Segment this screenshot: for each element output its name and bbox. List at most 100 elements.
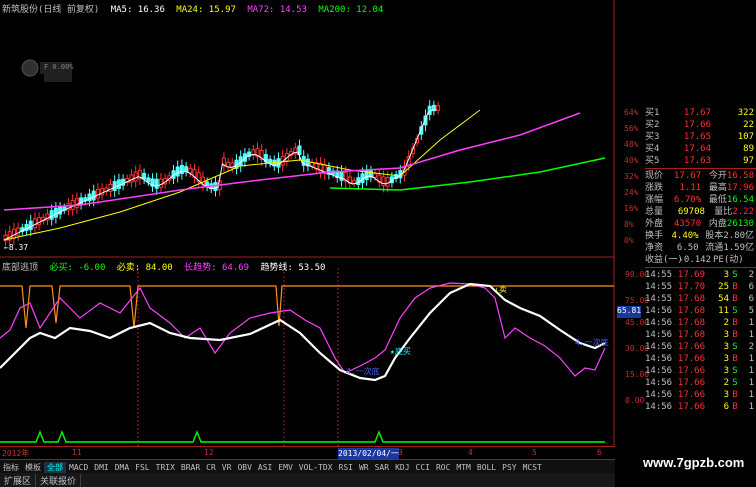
tick-row: 14:56 17.66 3 B 1: [645, 353, 756, 365]
candle-body: [188, 167, 193, 174]
tick-side: S: [732, 378, 738, 388]
stat-value-2: 1.59亿: [723, 243, 754, 253]
tab-15[interactable]: RSI: [336, 463, 356, 472]
tab-11[interactable]: OBV: [234, 463, 254, 472]
tick-price: 17.68: [677, 306, 705, 316]
tick-side: B: [732, 318, 738, 328]
stat-value: 6.50: [676, 243, 699, 253]
tab-0[interactable]: 指标: [0, 462, 22, 473]
tick-volume: 3: [723, 354, 729, 364]
long-trend-label: 长趋势: 64.69: [184, 263, 250, 273]
tick-price: 17.66: [677, 342, 705, 352]
stat-key-2: 量比: [714, 207, 733, 217]
axis-64: 64%: [624, 108, 639, 117]
tick-count: 6: [748, 282, 754, 292]
price-legend: 新筑股份(日线 前复权) MA5: 16.36 MA24: 15.97 MA72…: [2, 2, 389, 15]
tick-row: 14:55 17.68 54 B 6: [645, 293, 756, 305]
tab-23[interactable]: PSY: [499, 463, 519, 472]
tab-19[interactable]: CCI: [413, 463, 433, 472]
tab-3[interactable]: MACD: [66, 463, 91, 472]
tick-count: 1: [748, 366, 754, 376]
tick-count: 1: [748, 378, 754, 388]
tab-8[interactable]: BRAR: [178, 463, 203, 472]
buy-orders: 买1 17.67 322 买2 17.66 22 买3 17.65 107 买4 17…: [645, 107, 756, 167]
tab-13[interactable]: EMV: [275, 463, 295, 472]
tick-count: 5: [748, 306, 754, 316]
tick-time: 14:56: [645, 318, 673, 328]
candle-body: [108, 183, 113, 192]
tab-16[interactable]: WR: [356, 463, 372, 472]
tab-14[interactable]: VOL-TDX: [296, 463, 336, 472]
candle-body: [53, 207, 58, 218]
tick-time: 14:55: [645, 294, 673, 304]
stat-key-2: 最低: [708, 195, 727, 205]
tick-time: 14:56: [645, 390, 673, 400]
tick-time: 14:56: [645, 366, 673, 376]
buy-order-price: 17.63: [683, 156, 711, 166]
tick-count: 2: [748, 342, 754, 352]
axis-32: 32%: [624, 172, 639, 181]
buy-order-volume: 89: [743, 144, 754, 154]
candle-body: [116, 179, 121, 189]
stat-key: 换手: [645, 231, 664, 241]
tab-10[interactable]: VR: [219, 463, 235, 472]
buy-order-price: 17.66: [683, 120, 711, 130]
ma5-label: MA5: 16.36: [110, 5, 165, 15]
indicator-legend: 底部逃顶 必买: -6.00 必卖: 84.00 长趋势: 64.69 趋势线:…: [2, 260, 331, 273]
tab-18[interactable]: KDJ: [392, 463, 412, 472]
buy-order-label: 买5: [645, 156, 660, 166]
stat-key: 涨幅: [645, 195, 664, 205]
tick-time: 14:56: [645, 378, 673, 388]
buy-order-label: 买1: [645, 108, 660, 118]
tick-volume: 25: [718, 282, 729, 292]
tick-side: S: [732, 366, 738, 376]
candle-body: [28, 220, 33, 231]
tab-2[interactable]: 全部: [44, 461, 66, 473]
tab-12[interactable]: ASI: [255, 463, 275, 472]
tab-1[interactable]: 模板: [22, 462, 44, 473]
stat-value: 17.67: [674, 171, 702, 181]
axis-48: 48%: [624, 140, 639, 149]
buy-order-volume: 22: [743, 120, 754, 130]
tick-time: 14:56: [645, 354, 673, 364]
buy-annotation: ★底买: [390, 347, 411, 356]
tab-7[interactable]: TRIX: [153, 463, 178, 472]
tab-17[interactable]: SAR: [372, 463, 392, 472]
ma24-label: MA24: 15.97: [176, 5, 236, 15]
price-chart-pane[interactable]: 新筑股份(日线 前复权) MA5: 16.36 MA24: 15.97 MA72…: [0, 0, 638, 258]
related-quote-button[interactable]: 关联报价: [36, 473, 82, 487]
tick-volume: 3: [723, 366, 729, 376]
stat-value-2: 16.54: [726, 195, 754, 205]
must-sell-label: 必卖: 84.00: [116, 263, 173, 273]
time-label-4: 4: [468, 448, 473, 457]
buy-order-row: 买2 17.66 22: [645, 119, 756, 131]
tick-count: 1: [748, 330, 754, 340]
tab-6[interactable]: FSL: [132, 463, 152, 472]
axis-40: 40%: [624, 156, 639, 165]
tab-9[interactable]: CR: [203, 463, 219, 472]
tick-count: 1: [748, 402, 754, 412]
tick-time: 14:56: [645, 342, 673, 352]
candle-body: [158, 178, 163, 188]
time-label-5: 5: [532, 448, 537, 457]
tick-row: 14:56 17.66 3 S 2: [645, 341, 756, 353]
stat-value-2: 26130: [726, 219, 754, 229]
tick-price: 17.68: [677, 330, 705, 340]
tick-count: 1: [748, 318, 754, 328]
tab-5[interactable]: DMA: [112, 463, 132, 472]
tab-4[interactable]: DMI: [91, 463, 111, 472]
tab-22[interactable]: BOLL: [474, 463, 499, 472]
tab-21[interactable]: MTM: [453, 463, 473, 472]
sell-annotation: ↓卖: [494, 285, 507, 294]
time-label-6: 6: [597, 448, 602, 457]
buy-order-volume: 107: [737, 132, 754, 142]
expand-area-button[interactable]: 扩展区: [0, 473, 37, 487]
stat-value-2: 2.22: [732, 207, 754, 217]
candle-body: [427, 105, 432, 115]
trend-line: [0, 282, 606, 382]
stat-key: 现价: [645, 171, 664, 181]
tick-side: B: [732, 402, 738, 412]
tick-row: 14:56 17.66 6 B 1: [645, 401, 756, 413]
tab-24[interactable]: MCST: [520, 463, 545, 472]
tab-20[interactable]: ROC: [433, 463, 453, 472]
